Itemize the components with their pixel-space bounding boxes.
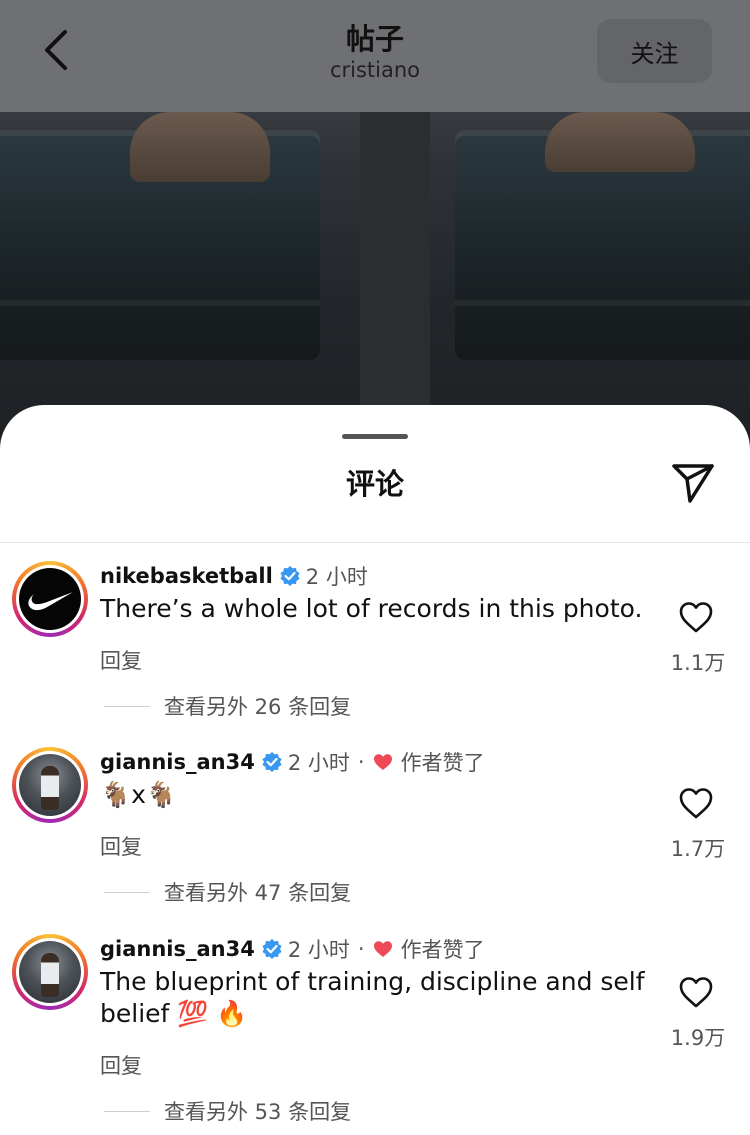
avatar[interactable] (12, 747, 88, 823)
comments-sheet: 评论 nikebasketball 2 小时 There’s a whole l… (0, 405, 750, 1135)
verified-badge-icon (280, 566, 300, 586)
like-count: 1.1万 (670, 651, 726, 675)
comment-username[interactable]: nikebasketball (100, 564, 273, 588)
comment-header: giannis_an34 2 小时 · 作者赞了 (100, 934, 485, 964)
nike-swoosh-icon (28, 592, 73, 611)
author-liked-label: 作者赞了 (400, 751, 485, 775)
follow-button[interactable]: 关注 (597, 19, 712, 83)
verified-badge-icon (262, 939, 282, 959)
top-bar: 帖子 cristiano 关注 (0, 0, 750, 112)
author-liked-heart-icon (373, 754, 392, 770)
author-liked-label: 作者赞了 (400, 938, 485, 962)
separator-dot: · (357, 750, 365, 774)
reply-line (104, 891, 150, 893)
avatar[interactable] (12, 561, 88, 637)
player-avatar (19, 941, 81, 1003)
nike-logo-avatar (19, 568, 81, 630)
comment-text: 🐐x🐐 (100, 780, 178, 809)
sheet-title: 评论 (345, 467, 404, 501)
view-more-replies-label: 查看另外 47 条回复 (164, 881, 352, 905)
like-count: 1.9万 (670, 1026, 726, 1050)
reply-line (104, 1110, 150, 1112)
image-tub-band (0, 300, 320, 306)
comment-username[interactable]: giannis_an34 (100, 750, 255, 774)
comment-username[interactable]: giannis_an34 (100, 937, 255, 961)
heart-like-icon[interactable] (678, 976, 714, 1008)
player-avatar (19, 754, 81, 816)
comment-header: nikebasketball 2 小时 (100, 561, 368, 591)
comment-text: There’s a whole lot of records in this p… (100, 594, 643, 623)
comment-header: giannis_an34 2 小时 · 作者赞了 (100, 747, 485, 777)
view-more-replies-label: 查看另外 53 条回复 (164, 1100, 352, 1124)
comment-time: 2 小时 (287, 938, 350, 962)
player-figure (41, 953, 59, 997)
heart-like-icon[interactable] (678, 787, 714, 819)
comment-text: The blueprint of training, discipline an… (100, 967, 645, 1028)
view-more-replies[interactable]: 查看另外 47 条回复 (104, 877, 351, 907)
separator-dot: · (357, 937, 365, 961)
reply-button[interactable]: 回复 (100, 645, 142, 675)
share-send-icon[interactable] (670, 459, 716, 505)
view-more-replies[interactable]: 查看另外 53 条回复 (104, 1096, 351, 1126)
like-count: 1.7万 (670, 837, 726, 861)
divider (0, 542, 750, 543)
drag-handle[interactable] (342, 434, 408, 439)
image-figure-right (545, 112, 695, 172)
view-more-replies-label: 查看另外 26 条回复 (164, 695, 352, 719)
comment-time: 2 小时 (287, 751, 350, 775)
reply-button[interactable]: 回复 (100, 831, 142, 861)
image-tub-band (455, 300, 750, 306)
verified-badge-icon (262, 752, 282, 772)
view-more-replies[interactable]: 查看另外 26 条回复 (104, 691, 351, 721)
avatar[interactable] (12, 934, 88, 1010)
image-figure-left (130, 112, 270, 182)
player-figure (41, 766, 59, 810)
reply-button[interactable]: 回复 (100, 1050, 142, 1080)
comment-time: 2 小时 (305, 565, 368, 589)
author-liked-heart-icon (373, 941, 392, 957)
reply-line (104, 705, 150, 707)
heart-like-icon[interactable] (678, 601, 714, 633)
